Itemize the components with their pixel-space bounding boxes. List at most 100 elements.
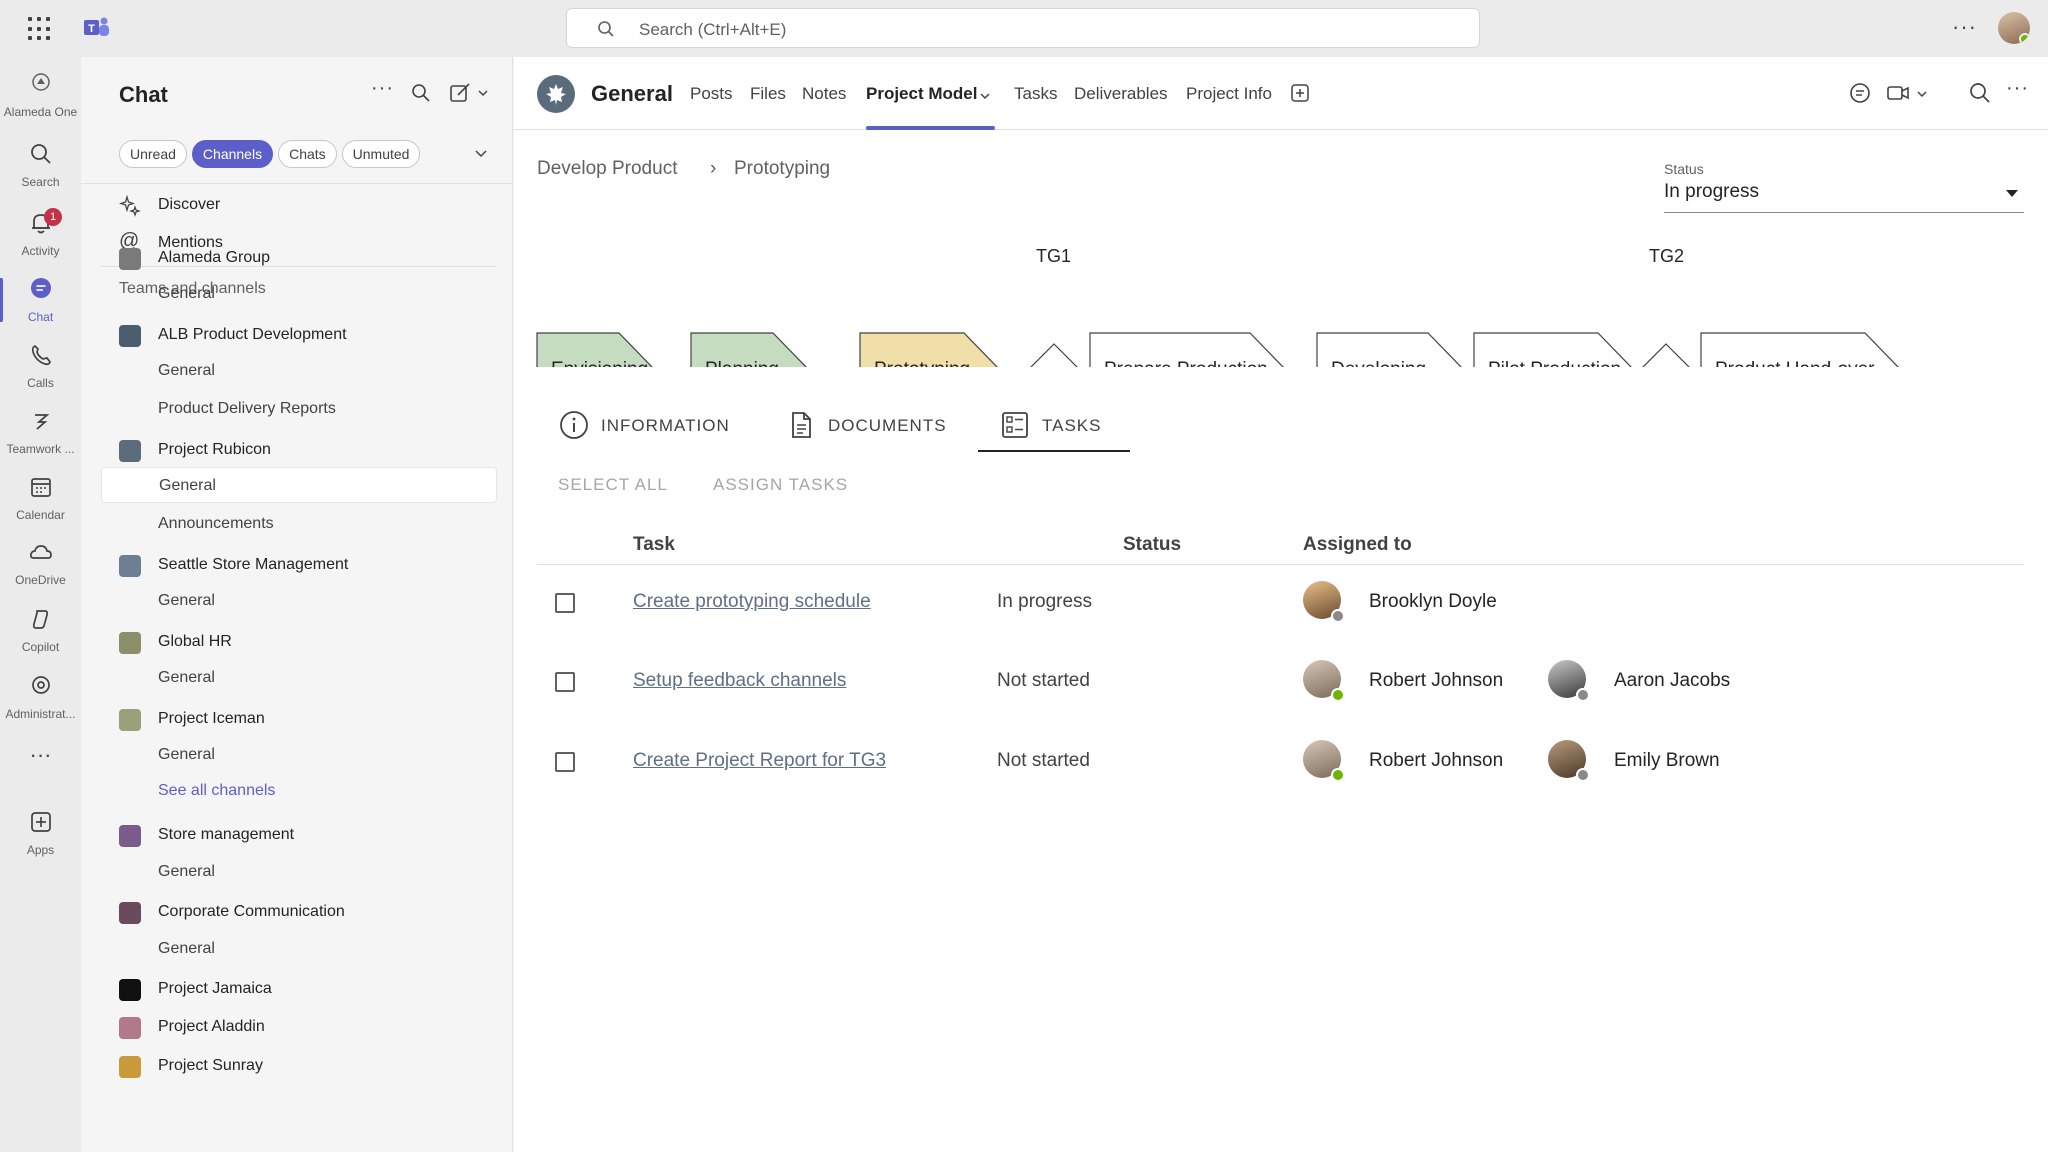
conversation-icon[interactable] [1848, 81, 1872, 105]
app-launcher-icon[interactable] [28, 17, 52, 41]
task-status: Not started [997, 670, 1090, 691]
rail-label: Apps [26, 843, 55, 857]
channel-item[interactable]: General [101, 276, 497, 312]
chevron-down-icon[interactable] [1916, 88, 1928, 100]
team-item[interactable]: Project Iceman [101, 701, 497, 737]
team-item[interactable]: Corporate Communication [101, 894, 497, 930]
channel-item[interactable]: Product Delivery Reports [101, 391, 497, 427]
tab-posts[interactable]: Posts [690, 84, 733, 104]
select-all-button[interactable]: SELECT ALL [558, 475, 668, 495]
row-checkbox[interactable] [555, 593, 575, 613]
discover-item[interactable]: Discover [101, 187, 497, 223]
phase-label: Planning [705, 359, 779, 367]
info-icon [560, 411, 588, 439]
channel-item[interactable]: General [101, 737, 497, 773]
team-item[interactable]: Store management [101, 817, 497, 853]
rail-item-administration[interactable]: Administrat... [0, 667, 81, 731]
team-item[interactable]: Project Sunray [101, 1048, 497, 1084]
active-tab-indicator [866, 126, 995, 130]
see-all-channels-link[interactable]: See all channels [101, 773, 497, 809]
gate-label-tg1: TG1 [1036, 246, 1072, 266]
activity-badge: 1 [44, 208, 62, 226]
tab-notes[interactable]: Notes [802, 84, 846, 104]
team-item[interactable]: ALB Product Development [101, 317, 497, 353]
tab-label: DOCUMENTS [828, 416, 947, 435]
team-item[interactable]: Seattle Store Management [101, 547, 497, 583]
rail-item-copilot[interactable]: Copilot [0, 600, 81, 664]
new-chat-icon[interactable] [449, 82, 471, 104]
rail-item-chat[interactable]: Chat [0, 270, 81, 334]
channel-item[interactable]: General [101, 854, 497, 890]
task-link[interactable]: Setup feedback channels [633, 670, 846, 692]
teams-logo-icon: T [84, 17, 109, 36]
tab-deliverables[interactable]: Deliverables [1074, 84, 1168, 104]
table-row: Create Project Report for TG3 Not started… [537, 734, 2024, 794]
gate-diamond[interactable] [1030, 343, 1078, 367]
task-link[interactable]: Create prototyping schedule [633, 591, 871, 613]
rail-label: Copilot [21, 640, 60, 654]
rail-label: Teamwork ... [6, 442, 75, 456]
gate-diamond[interactable] [1642, 343, 1690, 367]
channel-label: General [158, 669, 215, 686]
status-dropdown[interactable]: In progress [1664, 181, 2024, 213]
add-tab-icon[interactable] [1290, 83, 1310, 103]
chevron-down-icon[interactable] [473, 145, 489, 161]
task-status: Not started [997, 750, 1090, 771]
channel-item[interactable]: Announcements [101, 506, 497, 542]
more-options-icon[interactable]: ··· [2006, 77, 2036, 101]
main-content: General Posts Files Notes Project Model … [514, 57, 2048, 1152]
rail-item-more[interactable]: ··· [0, 742, 81, 806]
rail-label: Administrat... [5, 707, 76, 721]
table-row: Create prototyping schedule In progress Br… [537, 575, 2024, 635]
tab-files[interactable]: Files [750, 84, 786, 104]
phase-label: Pilot Production [1488, 359, 1621, 367]
search-input[interactable]: Search (Ctrl+Alt+E) [566, 8, 1480, 48]
chevron-down-icon[interactable] [477, 87, 489, 99]
breadcrumb-separator: › [710, 158, 717, 179]
user-avatar[interactable] [1998, 12, 2030, 44]
more-options-icon[interactable]: ··· [371, 77, 394, 100]
rail-item-teamwork[interactable]: Teamwork ... [0, 402, 81, 466]
search-icon[interactable] [1968, 81, 1992, 105]
filter-search-icon[interactable] [411, 83, 431, 103]
video-call-icon[interactable] [1886, 81, 1910, 105]
chevron-down-icon[interactable] [979, 90, 991, 102]
channel-item[interactable]: General [101, 353, 497, 389]
team-item[interactable]: Project Jamaica [101, 971, 497, 1007]
rail-item-onedrive[interactable]: OneDrive [0, 533, 81, 597]
caret-down-icon [2006, 190, 2018, 197]
rail-item-activity[interactable]: 1 Activity [0, 204, 81, 268]
team-item[interactable]: Alameda Group [101, 240, 497, 276]
phase-label: Envisioning [551, 359, 648, 367]
rail-item-search[interactable]: Search [0, 135, 81, 199]
breadcrumb-parent[interactable]: Develop Product [537, 158, 677, 180]
column-header-assigned: Assigned to [1303, 534, 1412, 555]
channel-item[interactable]: General [101, 660, 497, 696]
team-item[interactable]: Project Aladdin [101, 1009, 497, 1045]
channel-item[interactable]: General [101, 467, 497, 503]
chat-toolbar: ··· [371, 77, 501, 109]
rail-item-alameda-one[interactable]: Alameda One [0, 65, 81, 129]
rail-label: Calls [27, 376, 54, 390]
row-checkbox[interactable] [555, 752, 575, 772]
tab-tasks[interactable]: Tasks [1014, 84, 1057, 104]
assign-tasks-button[interactable]: ASSIGN TASKS [713, 475, 848, 495]
more-options-icon[interactable]: ··· [1952, 14, 1977, 40]
filter-unmuted[interactable]: Unmuted [341, 140, 421, 168]
assignee-name: Brooklyn Doyle [1369, 591, 1497, 612]
team-item[interactable]: Project Rubicon [101, 432, 497, 468]
filter-channels[interactable]: Channels [191, 140, 274, 168]
chat-icon [31, 278, 51, 298]
task-link[interactable]: Create Project Report for TG3 [633, 750, 886, 772]
rail-item-calls[interactable]: Calls [0, 336, 81, 400]
team-item[interactable]: Global HR [101, 624, 497, 660]
channel-item[interactable]: General [101, 931, 497, 967]
row-checkbox[interactable] [555, 672, 575, 692]
tab-project-info[interactable]: Project Info [1186, 84, 1272, 104]
tab-project-model[interactable]: Project Model [866, 84, 977, 104]
rail-item-apps[interactable]: Apps [0, 803, 81, 867]
rail-item-calendar[interactable]: Calendar [0, 468, 81, 532]
channel-item[interactable]: General [101, 583, 497, 619]
filter-unread[interactable]: Unread [119, 140, 187, 168]
filter-chats[interactable]: Chats [278, 140, 337, 168]
